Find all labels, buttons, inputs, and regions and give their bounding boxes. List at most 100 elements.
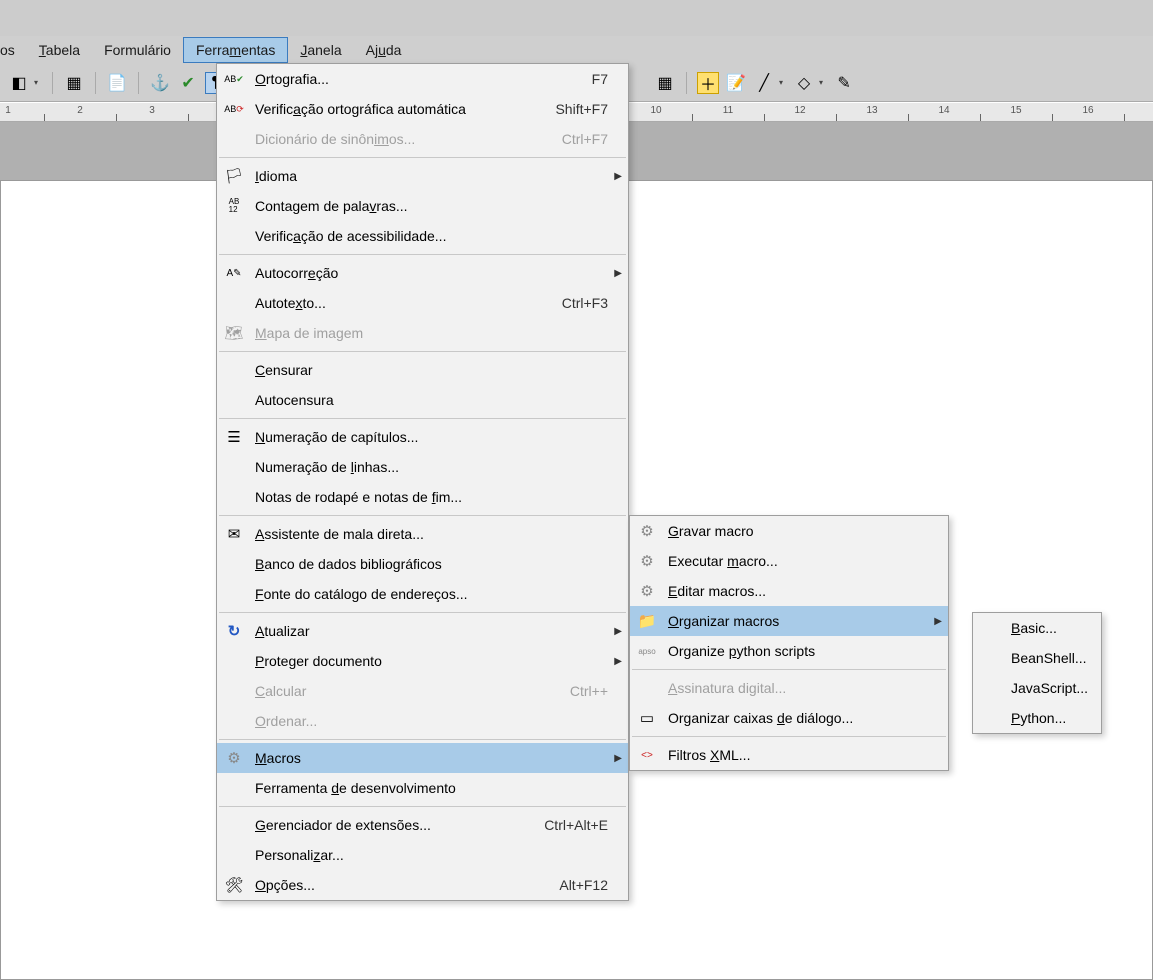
menu-item-label: Idioma	[247, 168, 608, 184]
macros-item-7[interactable]: ▭Organizar caixas de diálogo...	[630, 703, 948, 733]
toolbar-icon-table[interactable]: ▦	[654, 72, 676, 94]
ferramentas-item-28[interactable]: ⚙Macros ▶	[217, 743, 628, 773]
menu-item-label: Gerenciador de extensões...	[247, 817, 516, 833]
ferramentas-item-0[interactable]: AB✔Ortografia...F7	[217, 64, 628, 94]
menu-item-label: Notas de rodapé e notas de fim...	[247, 489, 608, 505]
ferramentas-item-16[interactable]: Numeração de linhas...	[217, 452, 628, 482]
submenu-arrow-icon: ▶	[614, 626, 622, 637]
blank-icon	[221, 777, 247, 799]
insert-image-icon[interactable]: ＋	[697, 72, 719, 94]
macros-item-9[interactable]: <>Filtros XML...	[630, 740, 948, 770]
ferramentas-item-23[interactable]: ↻Atualizar▶	[217, 616, 628, 646]
organize-item-0[interactable]: Basic...	[973, 613, 1101, 643]
dropdown-arrow-icon[interactable]: ▾	[34, 78, 38, 87]
wrench-icon: 🛠	[221, 874, 247, 896]
menubar-item-tabela[interactable]: Tabela	[27, 38, 92, 62]
menu-item-label: Executar macro...	[660, 553, 928, 569]
ferramentas-item-29[interactable]: Ferramenta de desenvolvimento	[217, 773, 628, 803]
toolbar-icon-doc[interactable]: 📄	[106, 72, 128, 94]
macros-item-4[interactable]: apsoOrganize python scripts	[630, 636, 948, 666]
blank-icon	[977, 677, 1003, 699]
ferramentas-item-13[interactable]: Autocensura	[217, 385, 628, 415]
ferramentas-item-17[interactable]: Notas de rodapé e notas de fim...	[217, 482, 628, 512]
menu-item-label: Organizar macros	[660, 613, 928, 629]
toolbar-separator	[138, 72, 139, 94]
toolbar-icon-1[interactable]: ◧	[8, 72, 30, 94]
ferramentas-item-6[interactable]: Verificação de acessibilidade...	[217, 221, 628, 251]
menu-item-label: Basic...	[1003, 620, 1081, 636]
menu-separator	[219, 806, 626, 807]
menu-item-label: Opções...	[247, 877, 531, 893]
menu-item-label: Proteger documento	[247, 653, 608, 669]
ferramentas-item-8[interactable]: A✎Autocorreção▶	[217, 258, 628, 288]
ferramentas-item-26: Ordenar...	[217, 706, 628, 736]
toolbar-icon-anchor[interactable]: ⚓	[149, 72, 171, 94]
submenu-arrow-icon: ▶	[614, 753, 622, 764]
macros-item-1[interactable]: ⚙Executar macro...	[630, 546, 948, 576]
ruler-number: 1	[5, 105, 11, 116]
ruler-number: 14	[938, 105, 949, 116]
xml-icon: <>	[634, 744, 660, 766]
blank-icon	[221, 225, 247, 247]
ferramentas-item-10: 🗺Mapa de imagem	[217, 318, 628, 348]
menu-separator	[219, 254, 626, 255]
macros-item-2[interactable]: ⚙Editar macros...	[630, 576, 948, 606]
menubar-item-partial[interactable]: os	[0, 38, 27, 62]
ferramentas-item-1[interactable]: AB⟳Verificação ortográfica automáticaShi…	[217, 94, 628, 124]
autocorrect-icon: A✎	[221, 262, 247, 284]
ferramentas-item-21[interactable]: Fonte do catálogo de endereços...	[217, 579, 628, 609]
menu-shortcut: Ctrl++	[570, 683, 608, 699]
dropdown-arrow-icon[interactable]: ▾	[819, 78, 823, 87]
macros-item-0[interactable]: ⚙Gravar macro	[630, 516, 948, 546]
blank-icon	[221, 553, 247, 575]
blank-icon	[221, 583, 247, 605]
ferramentas-item-4[interactable]: 🏳Idioma▶	[217, 161, 628, 191]
gear-s-icon: ⚙	[634, 520, 660, 542]
ferramentas-item-33[interactable]: 🛠Opções...Alt+F12	[217, 870, 628, 900]
macros-item-6: Assinatura digital...	[630, 673, 948, 703]
dropdown-arrow-icon[interactable]: ▾	[779, 78, 783, 87]
menu-item-label: Fonte do catálogo de endereços...	[247, 586, 608, 602]
shape-icon[interactable]: ◇	[793, 72, 815, 94]
menu-item-label: Mapa de imagem	[247, 325, 608, 341]
ferramentas-item-9[interactable]: Autotexto...Ctrl+F3	[217, 288, 628, 318]
menu-item-label: Macros	[247, 750, 608, 766]
ferramentas-item-15[interactable]: ☰Numeração de capítulos...	[217, 422, 628, 452]
menu-item-label: Atualizar	[247, 623, 608, 639]
ferramentas-item-24[interactable]: Proteger documento▶	[217, 646, 628, 676]
ferramentas-item-31[interactable]: Gerenciador de extensões...Ctrl+Alt+E	[217, 810, 628, 840]
menu-item-label: Personalizar...	[247, 847, 608, 863]
ferramentas-item-20[interactable]: Banco de dados bibliográficos	[217, 549, 628, 579]
menu-item-label: Numeração de capítulos...	[247, 429, 608, 445]
menu-separator	[219, 157, 626, 158]
ferramentas-item-5[interactable]: AB12Contagem de palavras...	[217, 191, 628, 221]
menu-shortcut: Shift+F7	[555, 101, 608, 117]
menu-separator	[219, 739, 626, 740]
abc-auto-icon: AB⟳	[221, 98, 247, 120]
toolbar-icon-2[interactable]: ▦	[63, 72, 85, 94]
ruler-number: 12	[794, 105, 805, 116]
menu-shortcut: Ctrl+F3	[562, 295, 608, 311]
spellcheck-icon[interactable]: ✔	[177, 72, 199, 94]
blank-icon	[634, 677, 660, 699]
blank-icon	[221, 680, 247, 702]
macros-item-3[interactable]: 📁Organizar macros▶	[630, 606, 948, 636]
menu-item-label: Dicionário de sinônimos...	[247, 131, 534, 147]
line-icon[interactable]: ╱	[753, 72, 775, 94]
draw-icon[interactable]: ✎	[833, 72, 855, 94]
organize-item-1[interactable]: BeanShell...	[973, 643, 1101, 673]
organize-item-3[interactable]: Python...	[973, 703, 1101, 733]
menu-item-label: Autocensura	[247, 392, 608, 408]
menubar-item-formulario[interactable]: Formulário	[92, 38, 183, 62]
menubar-item-janela[interactable]: Janela	[288, 38, 353, 62]
menubar-item-ajuda[interactable]: Ajuda	[354, 38, 414, 62]
menubar-item-ferramentas[interactable]: Ferramentas	[183, 37, 288, 63]
ferramentas-item-32[interactable]: Personalizar...	[217, 840, 628, 870]
ferramentas-item-19[interactable]: ✉Assistente de mala direta...	[217, 519, 628, 549]
ferramentas-item-12[interactable]: Censurar	[217, 355, 628, 385]
menubar: os Tabela Formulário Ferramentas Janela …	[0, 36, 1153, 64]
toolbar-icon-note[interactable]: 📝	[725, 72, 747, 94]
menu-item-label: Numeração de linhas...	[247, 459, 608, 475]
organize-item-2[interactable]: JavaScript...	[973, 673, 1101, 703]
gear-icon: ⚙	[221, 747, 247, 769]
